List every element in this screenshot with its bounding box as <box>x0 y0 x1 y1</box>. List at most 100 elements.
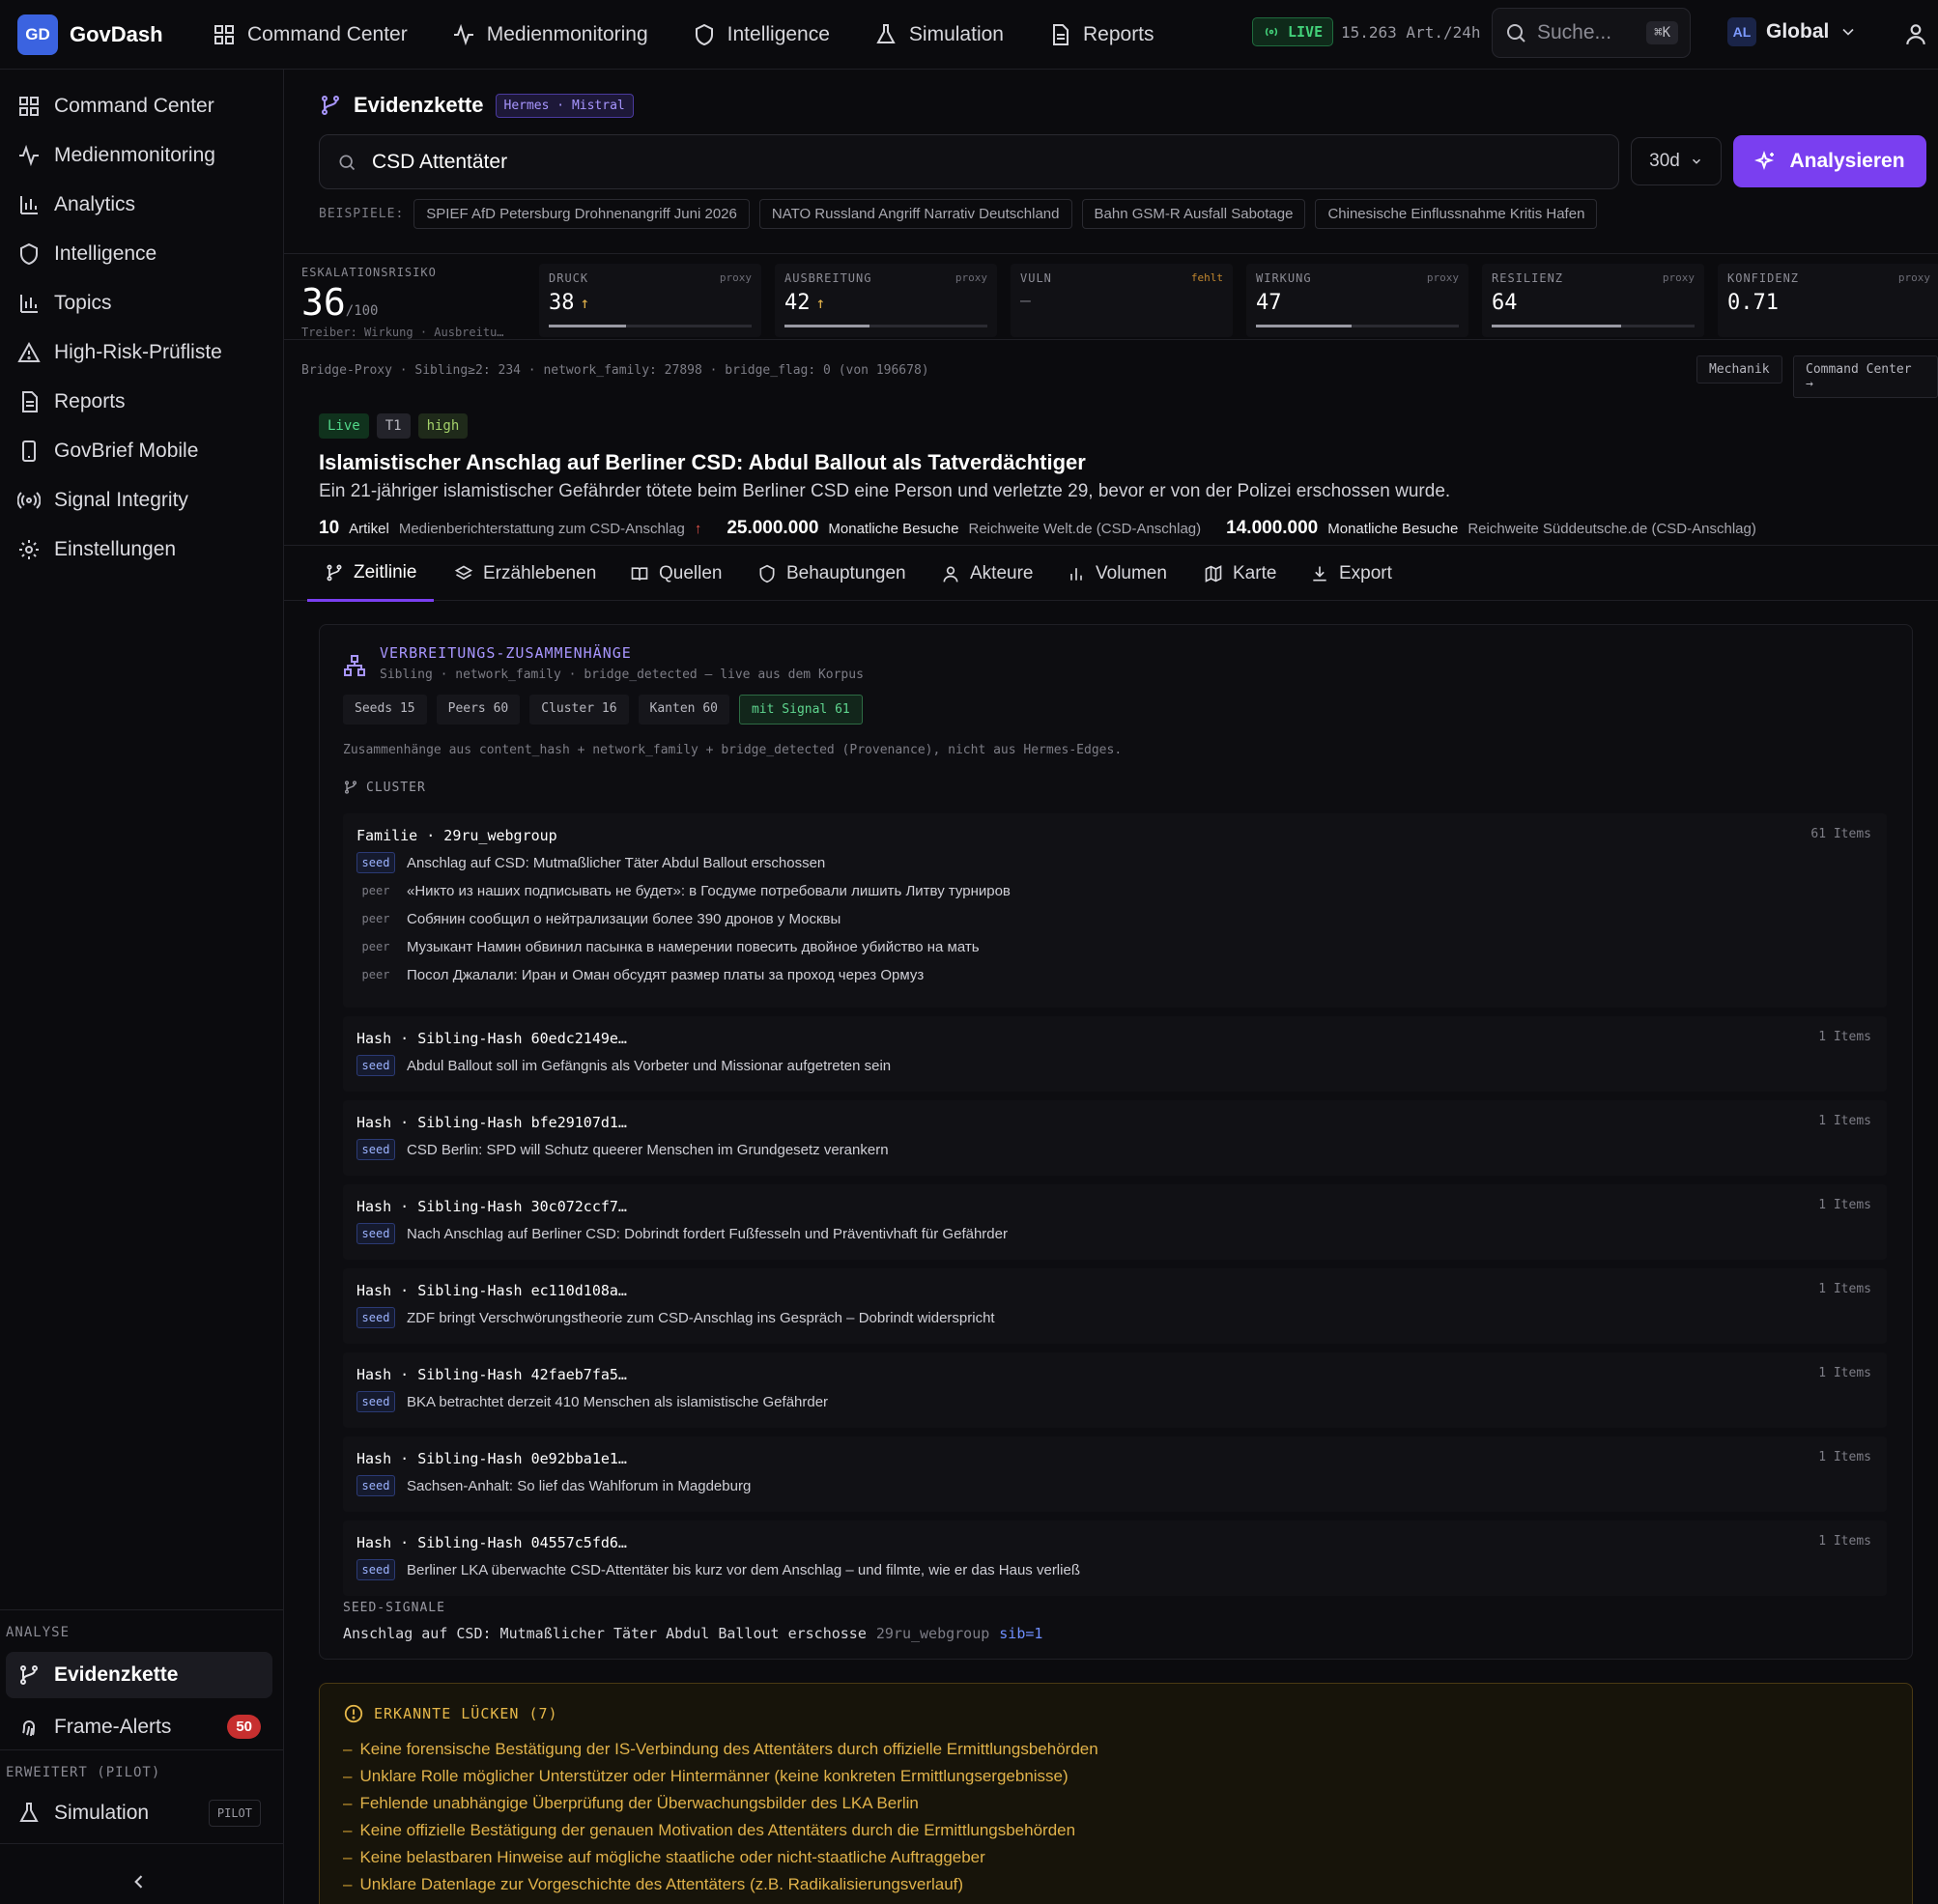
sidebar-item-govbrief[interactable]: GovBrief Mobile <box>0 426 283 475</box>
cluster-group[interactable]: Familie · 29ru_webgroup 61 Items seed Ansch… <box>343 813 1887 1008</box>
topnav-command-center[interactable]: Command Center <box>213 23 408 46</box>
gap-text: Keine offizielle Bestätigung der genauen… <box>359 1821 1076 1839</box>
tab-erzaehlebenen[interactable]: Erzählebenen <box>454 546 596 602</box>
cluster-group[interactable]: Hash · Sibling-Hash 30c072ccf7… 1 Items se… <box>343 1184 1887 1260</box>
tab-label: Behauptungen <box>786 563 906 583</box>
metric-card[interactable]: AUSBREITUNG proxy 42 ↑ <box>775 264 997 337</box>
cluster-label: CLUSTER <box>366 780 426 795</box>
article-rate: 15.263 Art./24h <box>1341 23 1481 42</box>
cluster-section-label: CLUSTER <box>343 780 426 795</box>
top-nav: Command Center Medienmonitoring Intellig… <box>213 23 1154 46</box>
cluster-item-title: Sachsen-Anhalt: So lief das Wahlforum in… <box>407 1477 752 1494</box>
cluster-item[interactable]: seed Nach Anschlag auf Berliner CSD: Dobr… <box>356 1223 1008 1244</box>
sidebar-item-einstellungen[interactable]: Einstellungen <box>0 525 283 574</box>
metric-card[interactable]: DRUCK proxy 38 ↑ <box>539 264 761 337</box>
sidebar-item-label: GovBrief Mobile <box>54 439 199 462</box>
app-logo[interactable]: GD GovDash <box>17 14 201 55</box>
topnav-simulation[interactable]: Simulation <box>874 23 1004 46</box>
example-chip[interactable]: Bahn GSM-R Ausfall Sabotage <box>1081 199 1306 229</box>
analyse-button[interactable]: Analysieren <box>1733 135 1926 187</box>
metric-note: proxy <box>1897 271 1930 284</box>
cluster-group[interactable]: Hash · Sibling-Hash ec110d108a… 1 Items se… <box>343 1268 1887 1344</box>
topnav-reports[interactable]: Reports <box>1048 23 1154 46</box>
scope-selector[interactable]: AL Global <box>1727 17 1858 46</box>
sidebar-divider <box>0 1749 284 1750</box>
metric-card[interactable]: RESILIENZ proxy 64 <box>1482 264 1704 337</box>
cluster-item[interactable]: peer Посол Джалали: Иран и Оман обсудят р… <box>356 964 925 985</box>
topnav-medienmonitoring[interactable]: Medienmonitoring <box>452 23 648 46</box>
sidebar-item-label: Reports <box>54 389 126 412</box>
tab-volumen[interactable]: Volumen <box>1067 546 1167 602</box>
user-icon <box>943 566 958 583</box>
cluster-item[interactable]: seed CSD Berlin: SPD will Schutz queerer … <box>356 1139 889 1160</box>
cluster-group[interactable]: Hash · Sibling-Hash 0e92bba1e1… 1 Items se… <box>343 1436 1887 1512</box>
sidebar-item-intelligence[interactable]: Intelligence <box>0 229 283 278</box>
sidebar-item-command-center[interactable]: Command Center <box>0 81 283 130</box>
cluster-group[interactable]: Hash · Sibling-Hash 04557c5fd6… 1 Items se… <box>343 1520 1887 1596</box>
tab-bar: Zeitlinie Erzählebenen Quellen Behauptun… <box>284 545 1938 602</box>
user-icon[interactable] <box>1903 21 1928 46</box>
metric-value: — <box>1020 291 1031 311</box>
cluster-item[interactable]: seed BKA betrachtet derzeit 410 Menschen … <box>356 1391 828 1412</box>
tab-behauptungen[interactable]: Behauptungen <box>757 546 906 602</box>
cluster-item[interactable]: peer Музыкант Намин обвинил пасынка в нам… <box>356 936 980 957</box>
metric-bar-fill <box>549 325 626 327</box>
query-input[interactable]: CSD Attentäter <box>319 134 1619 189</box>
tab-quellen[interactable]: Quellen <box>630 546 723 602</box>
cluster-item[interactable]: seed Berliner LKA überwachte CSD-Attentät… <box>356 1559 1080 1580</box>
example-chip[interactable]: Chinesische Einflussnahme Kritis Hafen <box>1315 199 1598 229</box>
mechanik-button[interactable]: Mechanik <box>1696 355 1782 384</box>
tab-label: Volumen <box>1096 563 1167 583</box>
story-description: Ein 21-jähriger islamistischer Gefährder… <box>319 481 1451 501</box>
cluster-group-count: 1 Items <box>1818 1198 1871 1212</box>
global-search[interactable]: Suche... ⌘K <box>1492 8 1691 58</box>
cluster-group[interactable]: Hash · Sibling-Hash bfe29107d1… 1 Items se… <box>343 1100 1887 1176</box>
metric-card[interactable]: WIRKUNG proxy 47 <box>1246 264 1468 337</box>
cluster-group[interactable]: Hash · Sibling-Hash 60edc2149e… 1 Items se… <box>343 1016 1887 1092</box>
bar-chart-icon <box>20 195 38 214</box>
sidebar-item-analytics[interactable]: Analytics <box>0 180 283 229</box>
example-chip[interactable]: NATO Russland Angriff Narrativ Deutschla… <box>758 199 1072 229</box>
tab-zeitlinie[interactable]: Zeitlinie <box>307 546 435 602</box>
sidebar-item-simulation[interactable]: Simulation PILOT <box>0 1788 284 1837</box>
cluster-item[interactable]: peer «Никто из наших подписывать не будет… <box>356 880 1011 901</box>
download-icon <box>1313 566 1326 582</box>
cluster-group[interactable]: Hash · Sibling-Hash 42faeb7fa5… 1 Items se… <box>343 1352 1887 1428</box>
collapse-sidebar-icon[interactable] <box>129 1872 149 1891</box>
gaps-panel: ERKANNTE LÜCKEN (7) – Keine forensische B… <box>319 1683 1913 1904</box>
sidebar-item-reports[interactable]: Reports <box>0 377 283 426</box>
cluster-item[interactable]: peer Собянин сообщил о нейтрализации боле… <box>356 908 841 929</box>
branch-icon <box>345 781 356 794</box>
seed-signal-text[interactable]: Anschlag auf CSD: Mutmaßlicher Täter Abd… <box>343 1625 867 1642</box>
cluster-item-title: Собянин сообщил о нейтрализации более 39… <box>407 910 841 927</box>
metric-value: 38 <box>549 291 575 315</box>
topnav-intelligence[interactable]: Intelligence <box>693 23 830 46</box>
sidebar-item-evidenzkette[interactable]: Evidenzkette <box>6 1652 272 1698</box>
tab-karte[interactable]: Karte <box>1204 546 1276 602</box>
story-stats: 10 Artikel Medienberichterstattung zum CSD… <box>319 518 1756 539</box>
seeds-stat: Seeds 15 <box>343 695 427 725</box>
sidebar-item-high-risk[interactable]: High-Risk-Prüfliste <box>0 327 283 377</box>
sidebar-item-topics[interactable]: Topics <box>0 278 283 327</box>
example-chip[interactable]: SPIEF AfD Petersburg Drohnenangriff Juni… <box>413 199 750 229</box>
cluster-item[interactable]: seed ZDF bringt Verschwörungstheorie zum … <box>356 1307 995 1328</box>
cluster-item-title: Anschlag auf CSD: Mutmaßlicher Täter Abd… <box>407 854 826 871</box>
sidebar-item-frame-alerts[interactable]: Frame-Alerts 50 <box>0 1702 284 1751</box>
cluster-item[interactable]: seed Anschlag auf CSD: Mutmaßlicher Täter… <box>356 852 825 873</box>
search-shortcut: ⌘K <box>1646 21 1678 44</box>
tab-akteure[interactable]: Akteure <box>941 546 1033 602</box>
branch-icon <box>322 96 339 115</box>
period-select[interactable]: 30d <box>1631 137 1722 185</box>
sidebar-item-medienmonitoring[interactable]: Medienmonitoring <box>0 130 283 180</box>
cluster-item[interactable]: seed Abdul Ballout soll im Gefängnis als … <box>356 1055 891 1076</box>
cluster-item[interactable]: seed Sachsen-Anhalt: So lief das Wahlforu… <box>356 1475 751 1496</box>
sidebar-item-label: Analytics <box>54 192 136 215</box>
escalation-risk: ESKALATIONSRISIKO 36/100 Treiber: Wirkun… <box>301 266 504 339</box>
map-icon <box>1205 565 1222 583</box>
metric-card[interactable]: KONFIDENZ proxy 0.71 <box>1718 264 1938 337</box>
sidebar-item-signal-integrity[interactable]: Signal Integrity <box>0 475 283 525</box>
live-label: LIVE <box>1288 23 1324 41</box>
command-center-button[interactable]: Command Center → <box>1793 355 1938 398</box>
metric-card[interactable]: VULN fehlt — <box>1011 264 1233 337</box>
tab-export[interactable]: Export <box>1310 546 1392 602</box>
